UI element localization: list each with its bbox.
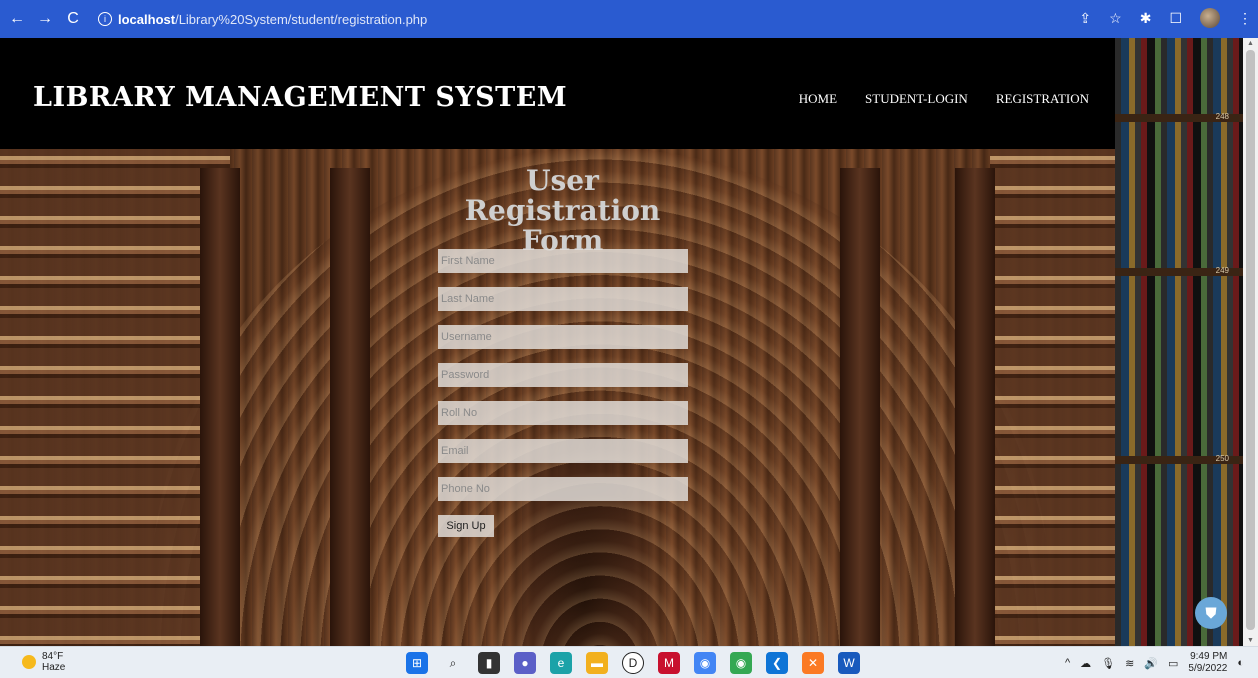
- os-taskbar: 84°F Haze ⊞ ⌕ ▮ ● e ▬ D M ◉ ◉ ❮ ✕ W ^ ☁ …: [0, 646, 1258, 678]
- pillar: [955, 168, 995, 646]
- file-explorer-icon[interactable]: ▬: [586, 652, 608, 674]
- profile-avatar[interactable]: [1200, 8, 1220, 28]
- scrollbar-thumb[interactable]: [1246, 50, 1255, 630]
- weather-temperature: 84°F: [42, 651, 64, 662]
- chevron-up-icon[interactable]: ^: [1065, 657, 1070, 669]
- cloud-icon[interactable]: ☁: [1080, 657, 1091, 670]
- volume-icon[interactable]: 🔊: [1144, 657, 1158, 670]
- url-host: localhost: [118, 11, 176, 27]
- taskbar-apps: ⊞ ⌕ ▮ ● e ▬ D M ◉ ◉ ❮ ✕ W: [406, 652, 860, 674]
- weather-condition: Haze: [42, 662, 66, 673]
- shelf-plank: 248: [1115, 112, 1243, 122]
- info-icon[interactable]: i: [98, 12, 112, 26]
- phone-no-input[interactable]: [438, 477, 688, 501]
- page-scrollbar[interactable]: ▲ ▼: [1243, 38, 1258, 646]
- roll-no-input[interactable]: [438, 401, 688, 425]
- mcafee-icon[interactable]: M: [658, 652, 680, 674]
- address-bar[interactable]: i localhost/Library%20System/student/reg…: [98, 9, 427, 29]
- pillar: [330, 168, 370, 646]
- scroll-down-icon[interactable]: ▼: [1247, 637, 1254, 644]
- vscode-icon[interactable]: ❮: [766, 652, 788, 674]
- form-title: User Registration Form: [464, 164, 661, 257]
- microphone-icon[interactable]: 🎙: [1101, 657, 1115, 670]
- weather-widget[interactable]: 84°F Haze: [22, 651, 65, 673]
- sign-up-button[interactable]: Sign Up: [438, 515, 494, 537]
- bookshelf-left: [0, 148, 230, 646]
- windows-start-icon[interactable]: ⊞: [406, 652, 428, 674]
- pillar: [200, 168, 240, 646]
- dell-icon[interactable]: D: [622, 652, 644, 674]
- shelf-label: 249: [1215, 266, 1229, 275]
- main-nav: HOME STUDENT-LOGIN REGISTRATION: [799, 91, 1089, 107]
- bookmark-star-icon[interactable]: ☆: [1109, 10, 1122, 27]
- last-name-input[interactable]: [438, 287, 688, 311]
- shelf-label: 248: [1215, 112, 1229, 121]
- nav-home-link[interactable]: HOME: [799, 91, 837, 107]
- site-title: LIBRARY MANAGEMENT SYSTEM: [33, 82, 568, 113]
- pillar: [840, 168, 880, 646]
- chrome-icon[interactable]: ◉: [694, 652, 716, 674]
- word-icon[interactable]: W: [838, 652, 860, 674]
- menu-kebab-icon[interactable]: ⋮: [1238, 10, 1252, 27]
- first-name-input[interactable]: [438, 249, 688, 273]
- battery-icon[interactable]: ▭: [1168, 657, 1178, 670]
- page-background: 248 249 250 LIBRARY MANAGEMENT SYSTEM HO…: [0, 38, 1243, 646]
- registration-form: Sign Up: [438, 249, 690, 537]
- clock-date: 5/9/2022: [1188, 663, 1228, 674]
- nav-registration-link[interactable]: REGISTRATION: [996, 91, 1089, 107]
- bookshelf-right: [990, 148, 1120, 646]
- scroll-up-icon[interactable]: ▲: [1247, 40, 1254, 47]
- reload-icon[interactable]: C: [62, 8, 84, 30]
- username-input[interactable]: [438, 325, 688, 349]
- password-input[interactable]: [438, 363, 688, 387]
- nav-student-login-link[interactable]: STUDENT-LOGIN: [865, 91, 968, 107]
- shelf-plank: 250: [1115, 454, 1243, 464]
- site-header: LIBRARY MANAGEMENT SYSTEM HOME STUDENT-L…: [0, 38, 1115, 149]
- bookshelf-image-right: 248 249 250: [1115, 38, 1243, 646]
- email-input[interactable]: [438, 439, 688, 463]
- share-icon[interactable]: ⇪: [1079, 10, 1091, 27]
- task-view-icon[interactable]: ▮: [478, 652, 500, 674]
- floating-extension-button[interactable]: ⛊: [1195, 597, 1227, 629]
- shield-icon: ⛊: [1205, 604, 1217, 622]
- forward-icon[interactable]: →: [34, 8, 56, 30]
- shelf-plank: 249: [1115, 266, 1243, 276]
- edge-browser-icon[interactable]: e: [550, 652, 572, 674]
- wifi-icon[interactable]: ≋: [1125, 657, 1134, 670]
- weather-sun-icon: [22, 655, 36, 669]
- shelf-label: 250: [1215, 454, 1229, 463]
- system-tray: ^ ☁ 🎙 ≋ 🔊 ▭ 9:49 PM 5/9/2022 ◐: [1065, 651, 1244, 675]
- extensions-icon[interactable]: ✱: [1140, 10, 1152, 27]
- clock[interactable]: 9:49 PM 5/9/2022: [1188, 651, 1227, 675]
- chrome-canary-icon[interactable]: ◉: [730, 652, 752, 674]
- browser-toolbar: ← → C i localhost/Library%20System/stude…: [0, 0, 1258, 38]
- back-icon[interactable]: ←: [6, 8, 28, 30]
- clock-time: 9:49 PM: [1190, 651, 1228, 662]
- xampp-icon[interactable]: ✕: [802, 652, 824, 674]
- url-path: /Library%20System/student/registration.p…: [175, 11, 428, 27]
- notifications-icon[interactable]: ◐: [1237, 657, 1244, 669]
- chat-icon[interactable]: ●: [514, 652, 536, 674]
- side-panel-icon[interactable]: ☐: [1169, 10, 1182, 27]
- search-icon[interactable]: ⌕: [442, 652, 464, 674]
